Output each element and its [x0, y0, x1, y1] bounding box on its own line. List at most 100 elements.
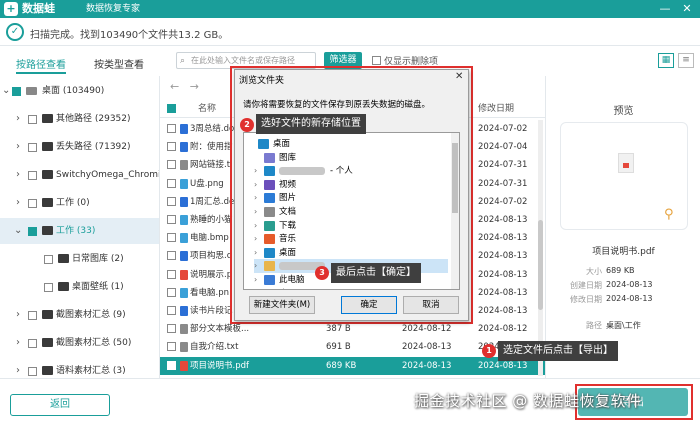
tree-item-label: 截图素材汇总 (50) — [56, 338, 132, 348]
chevron-right-icon[interactable]: › — [16, 302, 20, 328]
checkbox[interactable] — [28, 311, 37, 320]
row-checkbox[interactable] — [167, 233, 176, 243]
file-type-icon — [180, 360, 188, 371]
dialog-folder-label: 桌面 — [279, 247, 297, 258]
dialog-folder-item[interactable]: ›库 — [254, 287, 448, 290]
tree-item-desktop[interactable]: ⌄ 桌面 (103490) — [0, 78, 159, 104]
zoom-icon[interactable]: ⚲ — [664, 207, 674, 222]
back-arrow-icon[interactable]: ← — [170, 80, 179, 93]
chevron-right-icon[interactable]: › — [254, 219, 257, 233]
close-button[interactable]: ✕ — [678, 1, 696, 17]
checkbox[interactable] — [28, 367, 37, 376]
dialog-folder-item[interactable]: 图库 — [254, 151, 448, 165]
checkbox[interactable] — [28, 199, 37, 208]
chevron-right-icon[interactable]: › — [16, 330, 20, 356]
dialog-close-icon[interactable]: ✕ — [455, 71, 463, 82]
checkbox[interactable] — [28, 339, 37, 348]
tree-item-daily-gallery[interactable]: 日常图库 (2) — [0, 246, 159, 272]
dialog-folder-item[interactable]: › 下载 — [254, 219, 448, 233]
row-checkbox[interactable] — [167, 251, 176, 261]
column-name[interactable]: 名称 — [198, 100, 216, 118]
drive-icon — [26, 87, 37, 95]
tree-item-wallpapers[interactable]: 桌面壁纸 (1) — [0, 274, 159, 300]
list-view-icon[interactable]: ≡ — [678, 53, 694, 68]
chevron-right-icon[interactable]: › — [16, 162, 20, 188]
row-checkbox[interactable] — [167, 342, 176, 352]
chevron-right-icon[interactable]: › — [254, 246, 257, 260]
chevron-right-icon[interactable]: › — [254, 178, 257, 192]
chevron-down-icon[interactable]: ⌄ — [14, 218, 22, 244]
forward-arrow-icon[interactable]: → — [190, 80, 199, 93]
row-checkbox[interactable] — [167, 178, 176, 188]
dialog-ok-button[interactable]: 确定 — [341, 296, 397, 314]
checkbox[interactable] — [372, 56, 381, 65]
tree-item-work-33[interactable]: ⌄ 工作 (33) — [0, 218, 159, 244]
file-type-icon — [180, 233, 188, 244]
chevron-right-icon[interactable]: › — [16, 358, 20, 378]
tree-item-lost-paths[interactable]: › 丢失路径 (71392) — [0, 134, 159, 160]
minimize-button[interactable]: — — [656, 1, 674, 17]
file-modified: 2024-07-31 — [478, 178, 528, 189]
row-checkbox[interactable] — [167, 306, 176, 315]
dialog-folder-item[interactable]: › - 个人 — [254, 164, 448, 178]
checkbox-partial[interactable] — [12, 87, 21, 96]
folder-icon — [42, 142, 53, 151]
dialog-folder-item[interactable]: 桌面 — [248, 137, 448, 151]
row-checkbox[interactable] — [167, 269, 176, 279]
checkbox[interactable] — [44, 283, 53, 292]
chevron-right-icon[interactable]: › — [254, 205, 257, 219]
dialog-folder-item[interactable]: › 文档 — [254, 205, 448, 219]
row-checkbox[interactable] — [167, 196, 176, 206]
back-button[interactable]: 返回 — [10, 394, 110, 416]
row-checkbox[interactable] — [167, 324, 176, 334]
chevron-right-icon[interactable]: › — [254, 191, 257, 205]
row-checkbox[interactable] — [167, 160, 176, 170]
table-row[interactable]: 项目说明书.pdf 689 KB 2024-08-13 2024-08-13 — [160, 356, 545, 375]
file-name: U盘.png — [190, 178, 224, 189]
checkbox[interactable] — [28, 171, 37, 180]
chevron-right-icon[interactable]: › — [254, 232, 257, 246]
dialog-folder-item[interactable]: › 桌面 — [254, 246, 448, 260]
chevron-right-icon[interactable]: › — [254, 273, 257, 287]
chevron-right-icon[interactable]: › — [16, 134, 20, 160]
folder-icon — [264, 207, 275, 217]
file-modified: 2024-08-12 — [478, 324, 528, 335]
tab-by-path[interactable]: 按路径查看 — [16, 56, 66, 74]
checkbox[interactable] — [44, 255, 53, 264]
dialog-scrollbar[interactable] — [451, 133, 459, 289]
chevron-right-icon[interactable]: › — [16, 106, 20, 132]
list-scrollbar[interactable] — [538, 120, 543, 376]
grid-view-icon[interactable]: ▦ — [658, 53, 674, 68]
chevron-right-icon[interactable]: › — [254, 287, 257, 290]
dialog-folder-item[interactable]: › 视频 — [254, 178, 448, 192]
dialog-cancel-button[interactable]: 取消 — [403, 296, 459, 314]
tab-by-type[interactable]: 按类型查看 — [94, 56, 144, 74]
tree-item-screenshots-50[interactable]: › 截图素材汇总 (50) — [0, 330, 159, 356]
tree-item-other-paths[interactable]: › 其他路径 (29352) — [0, 106, 159, 132]
file-modified: 2024-08-13 — [478, 215, 528, 225]
checkbox-partial[interactable] — [28, 227, 37, 236]
checkbox[interactable] — [28, 143, 37, 152]
row-checkbox[interactable] — [167, 124, 176, 133]
check-circle-icon: ✓ — [6, 23, 24, 41]
chevron-right-icon[interactable]: › — [16, 190, 20, 216]
select-all-checkbox[interactable] — [167, 104, 176, 113]
row-checkbox[interactable] — [167, 215, 176, 224]
column-modified[interactable]: 修改日期 — [478, 100, 514, 118]
tree-item-switchyomega[interactable]: › SwitchyOmega_Chromium — [0, 162, 159, 188]
chevron-right-icon[interactable]: › — [254, 259, 257, 273]
chevron-right-icon[interactable]: › — [254, 164, 257, 178]
dialog-folder-item[interactable]: › 图片 — [254, 191, 448, 205]
row-checkbox[interactable] — [167, 360, 176, 370]
dialog-folder-item[interactable]: › 音乐 — [254, 232, 448, 246]
new-folder-button[interactable]: 新建文件夹(M) — [249, 296, 315, 314]
folder-icon — [264, 288, 275, 289]
row-checkbox[interactable] — [167, 142, 176, 152]
tree-item-screenshots-9[interactable]: › 截图素材汇总 (9) — [0, 302, 159, 328]
folder-icon — [264, 275, 275, 285]
checkbox[interactable] — [28, 115, 37, 124]
chevron-down-icon[interactable]: ⌄ — [2, 78, 10, 104]
tree-item-work-0[interactable]: › 工作 (0) — [0, 190, 159, 216]
tree-item-corpus[interactable]: › 语料素材汇总 (3) — [0, 358, 159, 378]
row-checkbox[interactable] — [167, 287, 176, 297]
